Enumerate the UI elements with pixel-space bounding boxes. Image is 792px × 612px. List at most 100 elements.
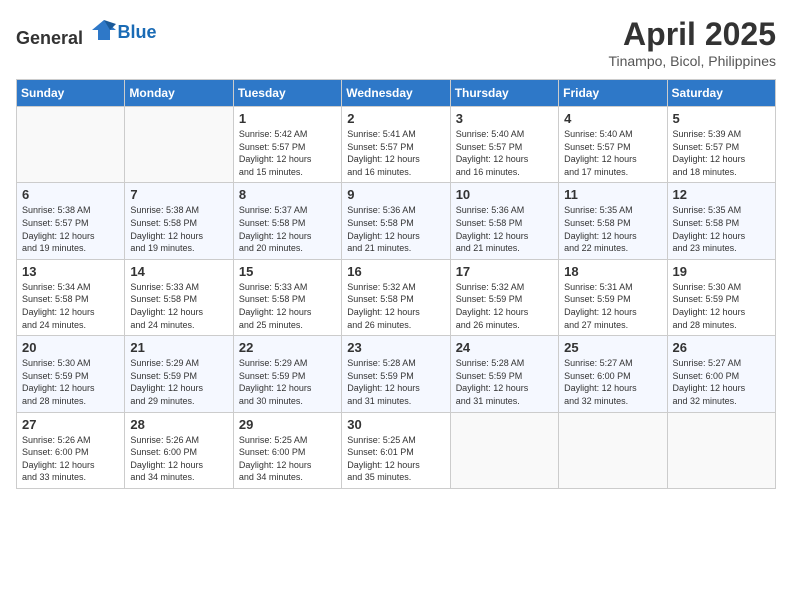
day-number: 1 <box>239 111 336 126</box>
calendar-cell: 22Sunrise: 5:29 AM Sunset: 5:59 PM Dayli… <box>233 336 341 412</box>
calendar-header-row: SundayMondayTuesdayWednesdayThursdayFrid… <box>17 80 776 107</box>
calendar-cell: 7 Sunrise: 5:38 AM Sunset: 5:58 PM Daylig… <box>125 183 233 259</box>
day-number: 22 <box>239 340 336 355</box>
day-info: Sunrise: 5:38 AM Sunset: 5:57 PM Dayligh… <box>22 204 119 254</box>
calendar-cell: 3 Sunrise: 5:40 AM Sunset: 5:57 PM Daylig… <box>450 107 558 183</box>
day-info: Sunrise: 5:35 AM Sunset: 5:58 PM Dayligh… <box>673 204 770 254</box>
page-header: General Blue April 2025 Tinampo, Bicol, … <box>16 16 776 69</box>
day-number: 29 <box>239 417 336 432</box>
day-info: Sunrise: 5:33 AM Sunset: 5:58 PM Dayligh… <box>130 281 227 331</box>
calendar-cell: 25Sunrise: 5:27 AM Sunset: 6:00 PM Dayli… <box>559 336 667 412</box>
day-number: 11 <box>564 187 661 202</box>
calendar-cell <box>450 412 558 488</box>
calendar-cell: 24Sunrise: 5:28 AM Sunset: 5:59 PM Dayli… <box>450 336 558 412</box>
calendar-cell: 26Sunrise: 5:27 AM Sunset: 6:00 PM Dayli… <box>667 336 775 412</box>
calendar-cell: 10 Sunrise: 5:36 AM Sunset: 5:58 PM Dayli… <box>450 183 558 259</box>
day-info: Sunrise: 5:29 AM Sunset: 5:59 PM Dayligh… <box>130 357 227 407</box>
day-info: Sunrise: 5:37 AM Sunset: 5:58 PM Dayligh… <box>239 204 336 254</box>
day-number: 5 <box>673 111 770 126</box>
calendar-cell: 23 Sunrise: 5:28 AM Sunset: 5:59 PM Dayli… <box>342 336 450 412</box>
day-info: Sunrise: 5:36 AM Sunset: 5:58 PM Dayligh… <box>347 204 444 254</box>
day-number: 4 <box>564 111 661 126</box>
day-number: 26 <box>673 340 770 355</box>
day-info: Sunrise: 5:31 AM Sunset: 5:59 PM Dayligh… <box>564 281 661 331</box>
day-number: 18 <box>564 264 661 279</box>
day-number: 23 <box>347 340 444 355</box>
calendar-cell: 15Sunrise: 5:33 AM Sunset: 5:58 PM Dayli… <box>233 259 341 335</box>
calendar-cell: 12 Sunrise: 5:35 AM Sunset: 5:58 PM Dayli… <box>667 183 775 259</box>
weekday-header: Friday <box>559 80 667 107</box>
day-number: 14 <box>130 264 227 279</box>
calendar-cell: 6 Sunrise: 5:38 AM Sunset: 5:57 PM Daylig… <box>17 183 125 259</box>
day-info: Sunrise: 5:25 AM Sunset: 6:01 PM Dayligh… <box>347 434 444 484</box>
location-title: Tinampo, Bicol, Philippines <box>608 53 776 69</box>
calendar-cell: 4 Sunrise: 5:40 AM Sunset: 5:57 PM Daylig… <box>559 107 667 183</box>
day-info: Sunrise: 5:26 AM Sunset: 6:00 PM Dayligh… <box>22 434 119 484</box>
calendar-cell <box>667 412 775 488</box>
logo-bird-icon <box>90 16 118 44</box>
calendar-table: SundayMondayTuesdayWednesdayThursdayFrid… <box>16 79 776 489</box>
calendar-week-row: 20 Sunrise: 5:30 AM Sunset: 5:59 PM Dayli… <box>17 336 776 412</box>
day-number: 20 <box>22 340 119 355</box>
weekday-header: Sunday <box>17 80 125 107</box>
weekday-header: Tuesday <box>233 80 341 107</box>
weekday-header: Saturday <box>667 80 775 107</box>
day-number: 10 <box>456 187 553 202</box>
calendar-cell: 21 Sunrise: 5:29 AM Sunset: 5:59 PM Dayli… <box>125 336 233 412</box>
logo-blue: Blue <box>118 22 157 42</box>
day-info: Sunrise: 5:33 AM Sunset: 5:58 PM Dayligh… <box>239 281 336 331</box>
calendar-cell: 27 Sunrise: 5:26 AM Sunset: 6:00 PM Dayli… <box>17 412 125 488</box>
day-info: Sunrise: 5:26 AM Sunset: 6:00 PM Dayligh… <box>130 434 227 484</box>
calendar-cell: 5 Sunrise: 5:39 AM Sunset: 5:57 PM Daylig… <box>667 107 775 183</box>
day-number: 27 <box>22 417 119 432</box>
day-info: Sunrise: 5:40 AM Sunset: 5:57 PM Dayligh… <box>456 128 553 178</box>
day-number: 25 <box>564 340 661 355</box>
day-info: Sunrise: 5:36 AM Sunset: 5:58 PM Dayligh… <box>456 204 553 254</box>
calendar-cell: 29Sunrise: 5:25 AM Sunset: 6:00 PM Dayli… <box>233 412 341 488</box>
day-info: Sunrise: 5:28 AM Sunset: 5:59 PM Dayligh… <box>347 357 444 407</box>
calendar-cell: 11 Sunrise: 5:35 AM Sunset: 5:58 PM Dayli… <box>559 183 667 259</box>
calendar-cell: 14 Sunrise: 5:33 AM Sunset: 5:58 PM Dayli… <box>125 259 233 335</box>
day-info: Sunrise: 5:30 AM Sunset: 5:59 PM Dayligh… <box>22 357 119 407</box>
day-info: Sunrise: 5:35 AM Sunset: 5:58 PM Dayligh… <box>564 204 661 254</box>
day-number: 9 <box>347 187 444 202</box>
day-info: Sunrise: 5:39 AM Sunset: 5:57 PM Dayligh… <box>673 128 770 178</box>
month-title: April 2025 <box>608 16 776 53</box>
calendar-cell <box>559 412 667 488</box>
logo-general: General <box>16 28 83 48</box>
day-number: 6 <box>22 187 119 202</box>
calendar-cell: 20 Sunrise: 5:30 AM Sunset: 5:59 PM Dayli… <box>17 336 125 412</box>
day-number: 30 <box>347 417 444 432</box>
calendar-cell: 9 Sunrise: 5:36 AM Sunset: 5:58 PM Daylig… <box>342 183 450 259</box>
calendar-cell: 28Sunrise: 5:26 AM Sunset: 6:00 PM Dayli… <box>125 412 233 488</box>
weekday-header: Monday <box>125 80 233 107</box>
day-number: 2 <box>347 111 444 126</box>
calendar-week-row: 27 Sunrise: 5:26 AM Sunset: 6:00 PM Dayli… <box>17 412 776 488</box>
logo: General Blue <box>16 16 157 49</box>
day-number: 3 <box>456 111 553 126</box>
day-info: Sunrise: 5:32 AM Sunset: 5:59 PM Dayligh… <box>456 281 553 331</box>
day-number: 21 <box>130 340 227 355</box>
day-info: Sunrise: 5:40 AM Sunset: 5:57 PM Dayligh… <box>564 128 661 178</box>
calendar-cell: 1 Sunrise: 5:42 AM Sunset: 5:57 PM Daylig… <box>233 107 341 183</box>
calendar-cell: 2Sunrise: 5:41 AM Sunset: 5:57 PM Daylig… <box>342 107 450 183</box>
day-number: 19 <box>673 264 770 279</box>
calendar-cell: 17Sunrise: 5:32 AM Sunset: 5:59 PM Dayli… <box>450 259 558 335</box>
calendar-cell: 13Sunrise: 5:34 AM Sunset: 5:58 PM Dayli… <box>17 259 125 335</box>
calendar-week-row: 1 Sunrise: 5:42 AM Sunset: 5:57 PM Daylig… <box>17 107 776 183</box>
calendar-cell: 30 Sunrise: 5:25 AM Sunset: 6:01 PM Dayli… <box>342 412 450 488</box>
day-number: 24 <box>456 340 553 355</box>
title-block: April 2025 Tinampo, Bicol, Philippines <box>608 16 776 69</box>
calendar-cell: 18 Sunrise: 5:31 AM Sunset: 5:59 PM Dayli… <box>559 259 667 335</box>
calendar-cell: 8 Sunrise: 5:37 AM Sunset: 5:58 PM Daylig… <box>233 183 341 259</box>
weekday-header: Thursday <box>450 80 558 107</box>
calendar-week-row: 6 Sunrise: 5:38 AM Sunset: 5:57 PM Daylig… <box>17 183 776 259</box>
day-info: Sunrise: 5:32 AM Sunset: 5:58 PM Dayligh… <box>347 281 444 331</box>
calendar-cell <box>17 107 125 183</box>
weekday-header: Wednesday <box>342 80 450 107</box>
day-number: 7 <box>130 187 227 202</box>
day-info: Sunrise: 5:42 AM Sunset: 5:57 PM Dayligh… <box>239 128 336 178</box>
day-info: Sunrise: 5:38 AM Sunset: 5:58 PM Dayligh… <box>130 204 227 254</box>
day-number: 12 <box>673 187 770 202</box>
day-number: 8 <box>239 187 336 202</box>
